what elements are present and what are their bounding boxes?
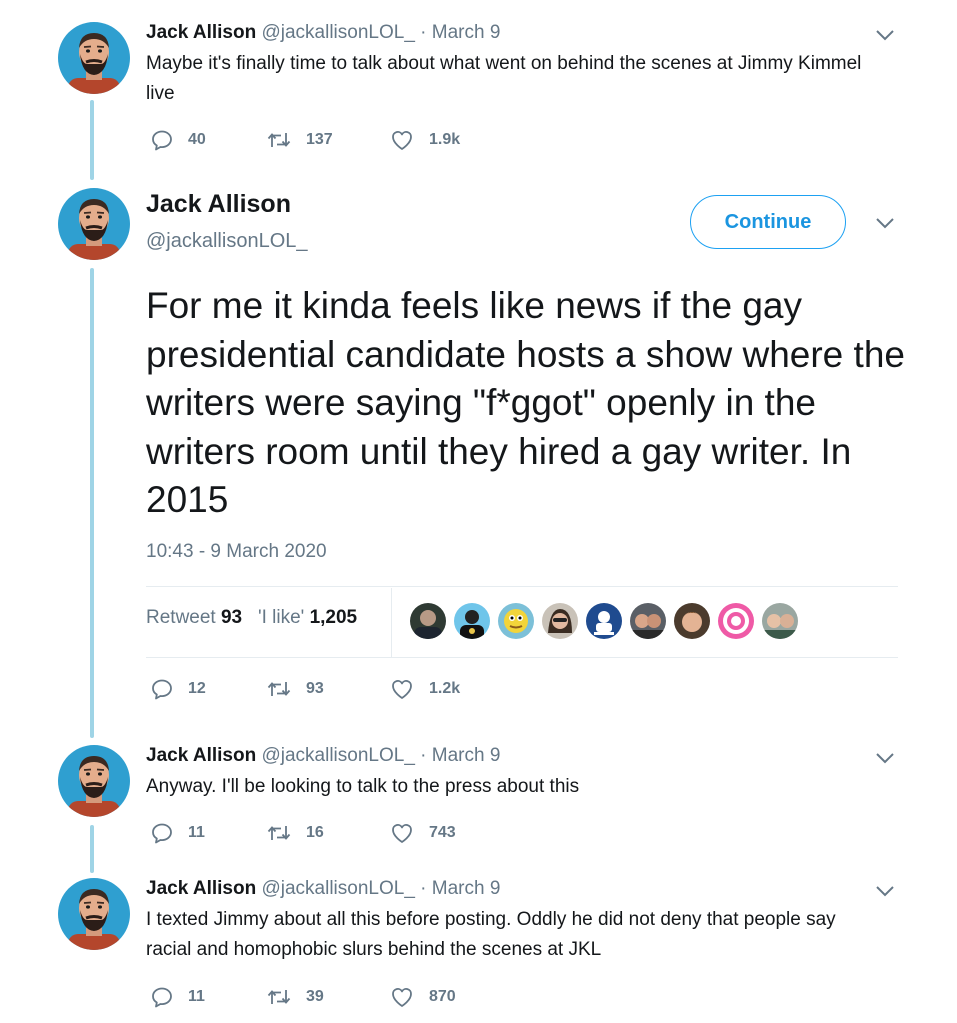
tweet-header: Jack Allison @jackallisonLOL_ · March 9	[146, 22, 500, 44]
thread-line	[90, 100, 94, 180]
chevron-down-icon[interactable]	[874, 883, 896, 899]
chevron-down-icon[interactable]	[874, 215, 896, 231]
reply-button[interactable]: 40	[150, 125, 206, 155]
liker-avatar[interactable]	[498, 603, 534, 639]
liker-avatar[interactable]	[586, 603, 622, 639]
tweet-date[interactable]: March 9	[432, 22, 501, 43]
retweet-icon	[266, 821, 292, 845]
retweet-button[interactable]: 93	[266, 674, 324, 704]
tweet-text: Maybe it's finally time to talk about wh…	[146, 53, 862, 104]
reply-icon	[150, 677, 174, 701]
retweet-stat[interactable]: Retweet 93	[146, 607, 242, 628]
retweet-stat-label: Retweet	[146, 607, 216, 628]
thread-line	[90, 268, 94, 738]
retweet-button[interactable]: 16	[266, 818, 324, 848]
tweet-header: Jack Allison @jackallisonLOL_ · March 9	[146, 745, 500, 767]
liker-avatar[interactable]	[630, 603, 666, 639]
author-name[interactable]: Jack Allison	[146, 878, 256, 899]
like-count: 1.9k	[429, 131, 461, 148]
follow-button[interactable]: Continue	[690, 195, 846, 249]
retweet-count: 93	[306, 680, 324, 697]
retweet-button[interactable]: 137	[266, 125, 333, 155]
like-button[interactable]: 1.9k	[389, 125, 460, 155]
separator-dot: ·	[420, 22, 427, 43]
like-button[interactable]: 743	[389, 818, 456, 848]
author-handle[interactable]: @jackallisonLOL_	[261, 22, 414, 43]
avatar[interactable]	[58, 188, 130, 260]
liker-avatar[interactable]	[674, 603, 710, 639]
avatar[interactable]	[58, 745, 130, 817]
author-handle[interactable]: @jackallisonLOL_	[261, 878, 414, 899]
retweet-button[interactable]: 39	[266, 982, 324, 1012]
like-button[interactable]: 870	[389, 982, 456, 1012]
heart-icon	[389, 677, 415, 701]
author-name[interactable]: Jack Allison	[146, 22, 256, 43]
heart-icon	[389, 128, 415, 152]
liker-avatar[interactable]	[718, 603, 754, 639]
separator-dot: ·	[420, 745, 427, 766]
heart-icon	[389, 985, 415, 1009]
reply-icon	[150, 821, 174, 845]
tweet-text: Anyway. I'll be looking to talk to the p…	[146, 776, 580, 797]
avatar[interactable]	[58, 22, 130, 94]
divider	[391, 588, 392, 658]
reply-count: 40	[188, 131, 206, 148]
liker-avatar[interactable]	[542, 603, 578, 639]
liker-avatar[interactable]	[454, 603, 490, 639]
separator-dot: ·	[420, 878, 427, 899]
reply-button[interactable]: 11	[150, 982, 205, 1012]
main-tweet-text: For me it kinda feels like news if the g…	[146, 285, 905, 520]
reply-count: 11	[188, 824, 205, 841]
tweet-header: Jack Allison @jackallisonLOL_ · March 9	[146, 878, 500, 900]
heart-icon	[389, 821, 415, 845]
avatar[interactable]	[58, 878, 130, 950]
divider	[146, 586, 898, 587]
like-count: 870	[429, 988, 456, 1005]
engagement-stats: Retweet 93 'I like' 1,205	[146, 607, 357, 635]
retweet-count: 16	[306, 824, 324, 841]
reply-count: 12	[188, 680, 206, 697]
like-count: 1.2k	[429, 680, 461, 697]
author-handle[interactable]: @jackallisonLOL_	[146, 230, 308, 253]
chevron-down-icon[interactable]	[874, 27, 896, 43]
tweet-text: I texted Jimmy about all this before pos…	[146, 909, 836, 960]
reply-button[interactable]: 12	[150, 674, 206, 704]
reply-button[interactable]: 11	[150, 818, 205, 848]
retweet-icon	[266, 677, 292, 701]
retweet-count: 137	[306, 131, 333, 148]
like-stat[interactable]: 'I like' 1,205	[258, 607, 357, 628]
reply-icon	[150, 128, 174, 152]
like-stat-label: 'I like'	[257, 607, 305, 628]
chevron-down-icon[interactable]	[874, 750, 896, 766]
author-name[interactable]: Jack Allison	[146, 745, 256, 766]
like-button[interactable]: 1.2k	[389, 674, 460, 704]
retweet-icon	[266, 985, 292, 1009]
tweet-date[interactable]: March 9	[432, 745, 501, 766]
reply-count: 11	[188, 988, 205, 1005]
divider	[146, 657, 898, 658]
author-name[interactable]: Jack Allison	[146, 190, 291, 219]
tweet-timestamp[interactable]: 10:43 - 9 March 2020	[146, 541, 327, 563]
tweet-date[interactable]: March 9	[432, 878, 501, 899]
like-stat-count: 1,205	[309, 607, 358, 628]
liker-avatar[interactable]	[410, 603, 446, 639]
like-count: 743	[429, 824, 456, 841]
thread-line	[90, 825, 94, 873]
retweet-stat-count: 93	[220, 607, 243, 628]
retweet-count: 39	[306, 988, 324, 1005]
author-handle[interactable]: @jackallisonLOL_	[261, 745, 414, 766]
retweet-icon	[266, 128, 292, 152]
liker-avatar[interactable]	[762, 603, 798, 639]
reply-icon	[150, 985, 174, 1009]
